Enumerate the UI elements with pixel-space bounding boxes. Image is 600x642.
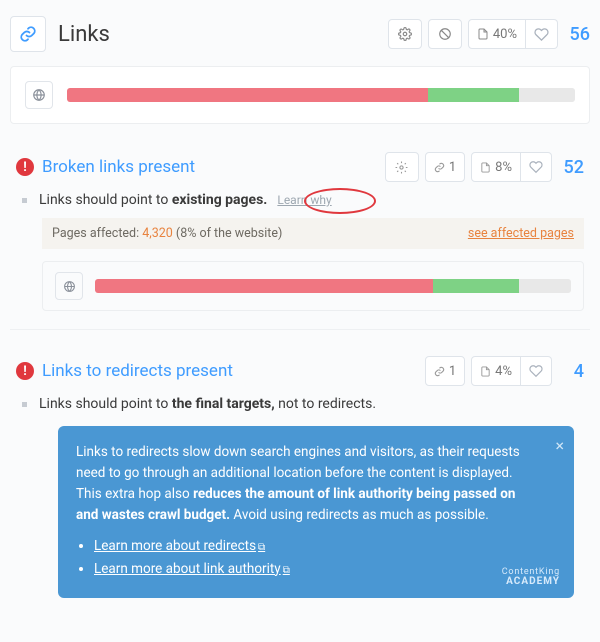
issue-bar-card [42, 261, 584, 311]
alert-icon: ! [16, 362, 34, 380]
overall-bar [67, 88, 575, 102]
info-banner: × Links to redirects slow down search en… [58, 426, 574, 598]
globe-icon [25, 81, 53, 109]
link-count-chip[interactable]: 1 [425, 152, 465, 182]
external-icon: ⧉ [283, 565, 290, 576]
favorite-button[interactable] [521, 152, 552, 182]
brand-badge: ContentKing ACADEMY [502, 568, 560, 588]
issue-bar [95, 279, 571, 293]
see-affected-pages-link[interactable]: see affected pages [468, 226, 574, 241]
bullet-icon [22, 402, 27, 407]
external-icon: ⧉ [258, 542, 265, 553]
issue-score: 4 [558, 361, 584, 382]
block-button[interactable] [428, 19, 462, 49]
issue-title[interactable]: Links to redirects present [42, 361, 417, 381]
section-title: Links [58, 22, 388, 47]
alert-icon: ! [16, 158, 34, 176]
favorite-button[interactable] [521, 356, 552, 386]
pages-affected-bar: Pages affected: 4,320 (8% of the website… [42, 218, 584, 249]
pct-chip[interactable]: 8% [471, 152, 521, 182]
section-score: 56 [564, 24, 590, 45]
link-count-chip[interactable]: 1 [425, 356, 465, 386]
issue-description: Links should point to the final targets,… [22, 396, 584, 412]
favorite-button[interactable] [526, 19, 558, 49]
issue-links-to-redirects: ! Links to redirects present 1 4% 4 Link… [10, 346, 590, 626]
learn-why-link[interactable]: Learn why [277, 193, 331, 207]
page: Links 40% 56 ! Broken link [0, 0, 600, 626]
header-actions: 40% 56 [388, 19, 590, 49]
bar-red [67, 88, 428, 102]
settings-button[interactable] [388, 19, 422, 49]
issue-score: 52 [558, 157, 584, 178]
overall-bar-card [10, 66, 590, 124]
bar-green [428, 88, 519, 102]
bullet-icon [22, 198, 27, 203]
settings-button[interactable] [385, 152, 419, 182]
stats-pct: 40% [493, 27, 517, 42]
globe-icon [55, 272, 83, 300]
section-header: Links 40% 56 [0, 10, 600, 58]
stats-button[interactable]: 40% [468, 19, 526, 49]
issue-title[interactable]: Broken links present [42, 157, 377, 177]
issue-broken-links: ! Broken links present 1 8% 52 Links sho… [10, 142, 590, 330]
issue-description: Links should point to existing pages. Le… [22, 192, 584, 208]
bar-grey [519, 88, 575, 102]
link-icon [10, 16, 46, 52]
pct-chip[interactable]: 4% [471, 356, 521, 386]
close-icon[interactable]: × [555, 434, 564, 459]
learn-link-authority-link[interactable]: Learn more about link authority⧉ [94, 561, 290, 577]
